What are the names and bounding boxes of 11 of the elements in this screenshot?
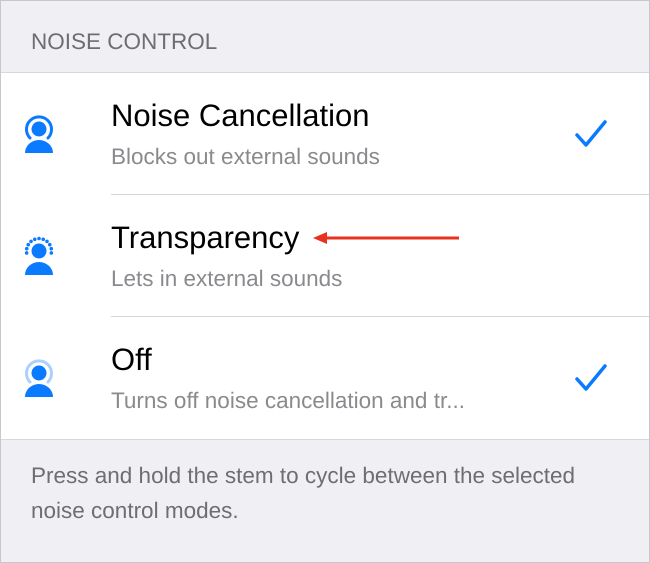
footer-note: Press and hold the stem to cycle between the selected noise control modes. xyxy=(30,462,576,525)
mode-option[interactable]: Noise Cancellation Blocks out external sounds xyxy=(1,73,649,195)
mode-description: Blocks out external sounds xyxy=(111,144,381,170)
mode-title: Off xyxy=(111,342,152,378)
mode-option[interactable]: Off Turns off noise cancellation and tr... xyxy=(1,317,649,439)
mode-description: Turns off noise cancellation and tr... xyxy=(111,388,466,414)
mode-option[interactable]: Transparency Lets in external sounds xyxy=(1,195,649,317)
section-header: NOISE CONTROL xyxy=(31,29,218,54)
mode-title: Noise Cancellation xyxy=(111,98,370,134)
mode-description: Lets in external sounds xyxy=(111,266,344,292)
mode-title: Transparency xyxy=(111,220,300,256)
